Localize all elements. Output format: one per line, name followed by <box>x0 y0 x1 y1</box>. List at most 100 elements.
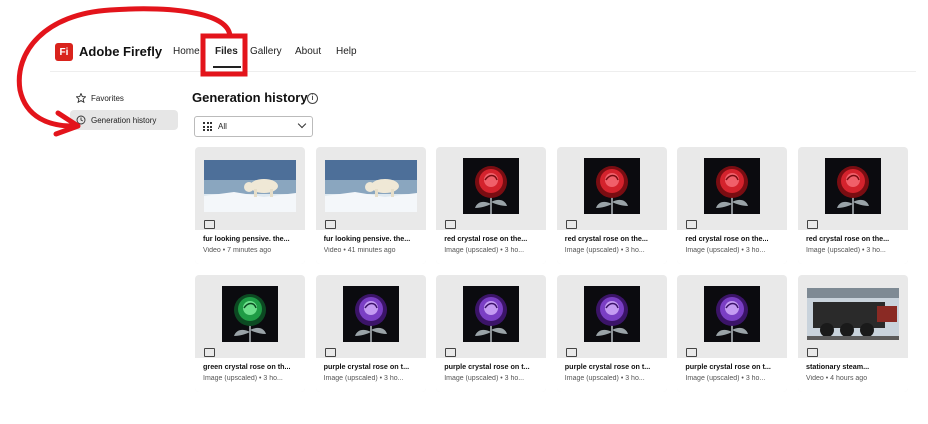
page-title: Generation history <box>192 90 308 105</box>
star-icon <box>76 93 86 103</box>
active-nav-indicator <box>213 66 241 68</box>
card-meta: Image (upscaled) • 3 ho... <box>323 375 404 382</box>
nav-files[interactable]: Files <box>215 46 238 57</box>
card-details: purple crystal rose on t... Image (upscal… <box>556 358 667 392</box>
thumbnail-area <box>557 147 667 216</box>
nav-home[interactable]: Home <box>173 46 200 57</box>
image-icon <box>204 348 215 357</box>
thumbnail-area <box>195 147 305 216</box>
image-icon <box>807 220 818 229</box>
history-card[interactable]: green crystal rose on th... Image (upscal… <box>195 275 305 392</box>
thumbnail-area <box>798 147 908 216</box>
thumbnail-area <box>436 275 546 344</box>
history-card[interactable]: red crystal rose on the... Image (upscale… <box>436 147 547 264</box>
thumbnail-area <box>798 275 908 344</box>
thumbnail-image <box>807 288 899 345</box>
thumbnail-image <box>463 158 520 219</box>
card-title: red crystal rose on the... <box>685 234 769 243</box>
history-card[interactable]: red crystal rose on the... Image (upscale… <box>798 147 908 264</box>
grid-icon <box>203 122 212 131</box>
nav-divider <box>50 71 916 72</box>
card-details: green crystal rose on th... Image (upscal… <box>195 358 305 392</box>
card-title: fur looking pensive. the... <box>323 234 411 243</box>
thumbnail-area <box>677 147 787 216</box>
sidebar-item-label: Favorites <box>91 93 124 103</box>
card-details: purple crystal rose on t... Image (upscal… <box>677 358 788 392</box>
card-meta: Image (upscaled) • 3 ho... <box>564 375 645 382</box>
card-details: purple crystal rose on t... Image (upscal… <box>315 358 426 392</box>
card-details: fur looking pensive. the... Video • 41 mi… <box>315 230 426 264</box>
card-meta: Image (upscaled) • 3 ho... <box>444 375 525 382</box>
card-meta: Image (upscaled) • 3 ho... <box>806 247 886 254</box>
sidebar-item-favorites[interactable]: Favorites <box>70 88 178 108</box>
video-icon <box>204 220 215 229</box>
clock-icon <box>76 115 86 125</box>
thumbnail-image <box>704 158 761 219</box>
thumbnail-image <box>583 158 640 219</box>
card-title: red crystal rose on the... <box>444 234 528 243</box>
nav-about[interactable]: About <box>295 46 321 57</box>
image-icon <box>445 220 457 229</box>
sidebar-item-label: Generation history <box>91 115 157 125</box>
history-card[interactable]: purple crystal rose on t... Image (upscal… <box>436 275 547 392</box>
thumbnail-area <box>436 147 546 216</box>
thumbnail-image <box>204 160 296 217</box>
thumbnail-image <box>222 286 278 347</box>
card-meta: Video • 4 hours ago <box>806 375 868 382</box>
info-icon[interactable]: i <box>307 93 318 104</box>
history-card[interactable]: red crystal rose on the... Image (upscale… <box>677 147 788 264</box>
chevron-down-icon <box>297 119 307 129</box>
thumbnail-image <box>324 160 417 217</box>
card-title: green crystal rose on th... <box>203 362 291 371</box>
card-details: fur looking pensive. the... Video • 7 min… <box>195 230 305 264</box>
firefly-logo-icon[interactable]: Fi <box>55 43 73 61</box>
card-title: fur looking pensive. the... <box>203 234 290 243</box>
top-navigation: Fi Adobe Firefly Home Files Gallery Abou… <box>0 0 928 72</box>
card-meta: Image (upscaled) • 3 ho... <box>685 375 766 382</box>
filter-value: All <box>218 122 227 131</box>
history-card[interactable]: purple crystal rose on t... Image (upscal… <box>556 275 667 392</box>
card-meta: Image (upscaled) • 3 ho... <box>685 247 766 254</box>
image-icon <box>686 348 698 357</box>
thumbnail-image <box>825 158 881 219</box>
thumbnail-area <box>195 275 305 344</box>
thumbnail-image <box>342 286 399 347</box>
filter-dropdown[interactable]: All <box>194 116 313 137</box>
history-card[interactable]: red crystal rose on the... Image (upscale… <box>556 147 667 264</box>
card-details: red crystal rose on the... Image (upscale… <box>556 230 667 264</box>
card-meta: Image (upscaled) • 3 ho... <box>444 247 525 254</box>
card-title: purple crystal rose on t... <box>685 362 771 371</box>
video-icon <box>324 220 336 229</box>
history-card[interactable]: fur looking pensive. the... Video • 41 mi… <box>315 147 426 264</box>
image-icon <box>565 220 577 229</box>
card-title: purple crystal rose on t... <box>564 362 651 371</box>
history-card[interactable]: stationary steam... Video • 4 hours ago <box>798 275 908 392</box>
nav-gallery[interactable]: Gallery <box>250 46 282 57</box>
thumbnail-image <box>704 286 761 347</box>
brand-name[interactable]: Adobe Firefly <box>79 44 162 59</box>
history-card[interactable]: purple crystal rose on t... Image (upscal… <box>677 275 788 392</box>
history-card[interactable]: fur looking pensive. the... Video • 7 min… <box>195 147 305 264</box>
thumbnail-area <box>557 275 667 344</box>
card-title: purple crystal rose on t... <box>444 362 530 371</box>
image-icon <box>324 348 336 357</box>
thumbnail-image <box>463 286 520 347</box>
card-meta: Image (upscaled) • 3 ho... <box>203 375 283 382</box>
image-icon <box>565 348 577 357</box>
card-title: purple crystal rose on t... <box>323 362 410 371</box>
card-title: red crystal rose on the... <box>806 234 890 243</box>
card-details: purple crystal rose on t... Image (upscal… <box>436 358 547 392</box>
card-title: red crystal rose on the... <box>564 234 648 243</box>
thumbnail-image <box>583 286 640 347</box>
thumbnail-area <box>316 147 426 216</box>
card-meta: Video • 7 minutes ago <box>203 247 272 254</box>
card-details: stationary steam... Video • 4 hours ago <box>798 358 908 392</box>
card-meta: Video • 41 minutes ago <box>323 247 396 254</box>
thumbnail-area <box>316 275 426 344</box>
nav-help[interactable]: Help <box>336 46 357 57</box>
card-details: red crystal rose on the... Image (upscale… <box>798 230 908 264</box>
card-title: stationary steam... <box>806 362 870 371</box>
card-details: red crystal rose on the... Image (upscale… <box>436 230 547 264</box>
sidebar-item-generation-history[interactable]: Generation history <box>70 110 178 130</box>
history-card[interactable]: purple crystal rose on t... Image (upscal… <box>315 275 426 392</box>
